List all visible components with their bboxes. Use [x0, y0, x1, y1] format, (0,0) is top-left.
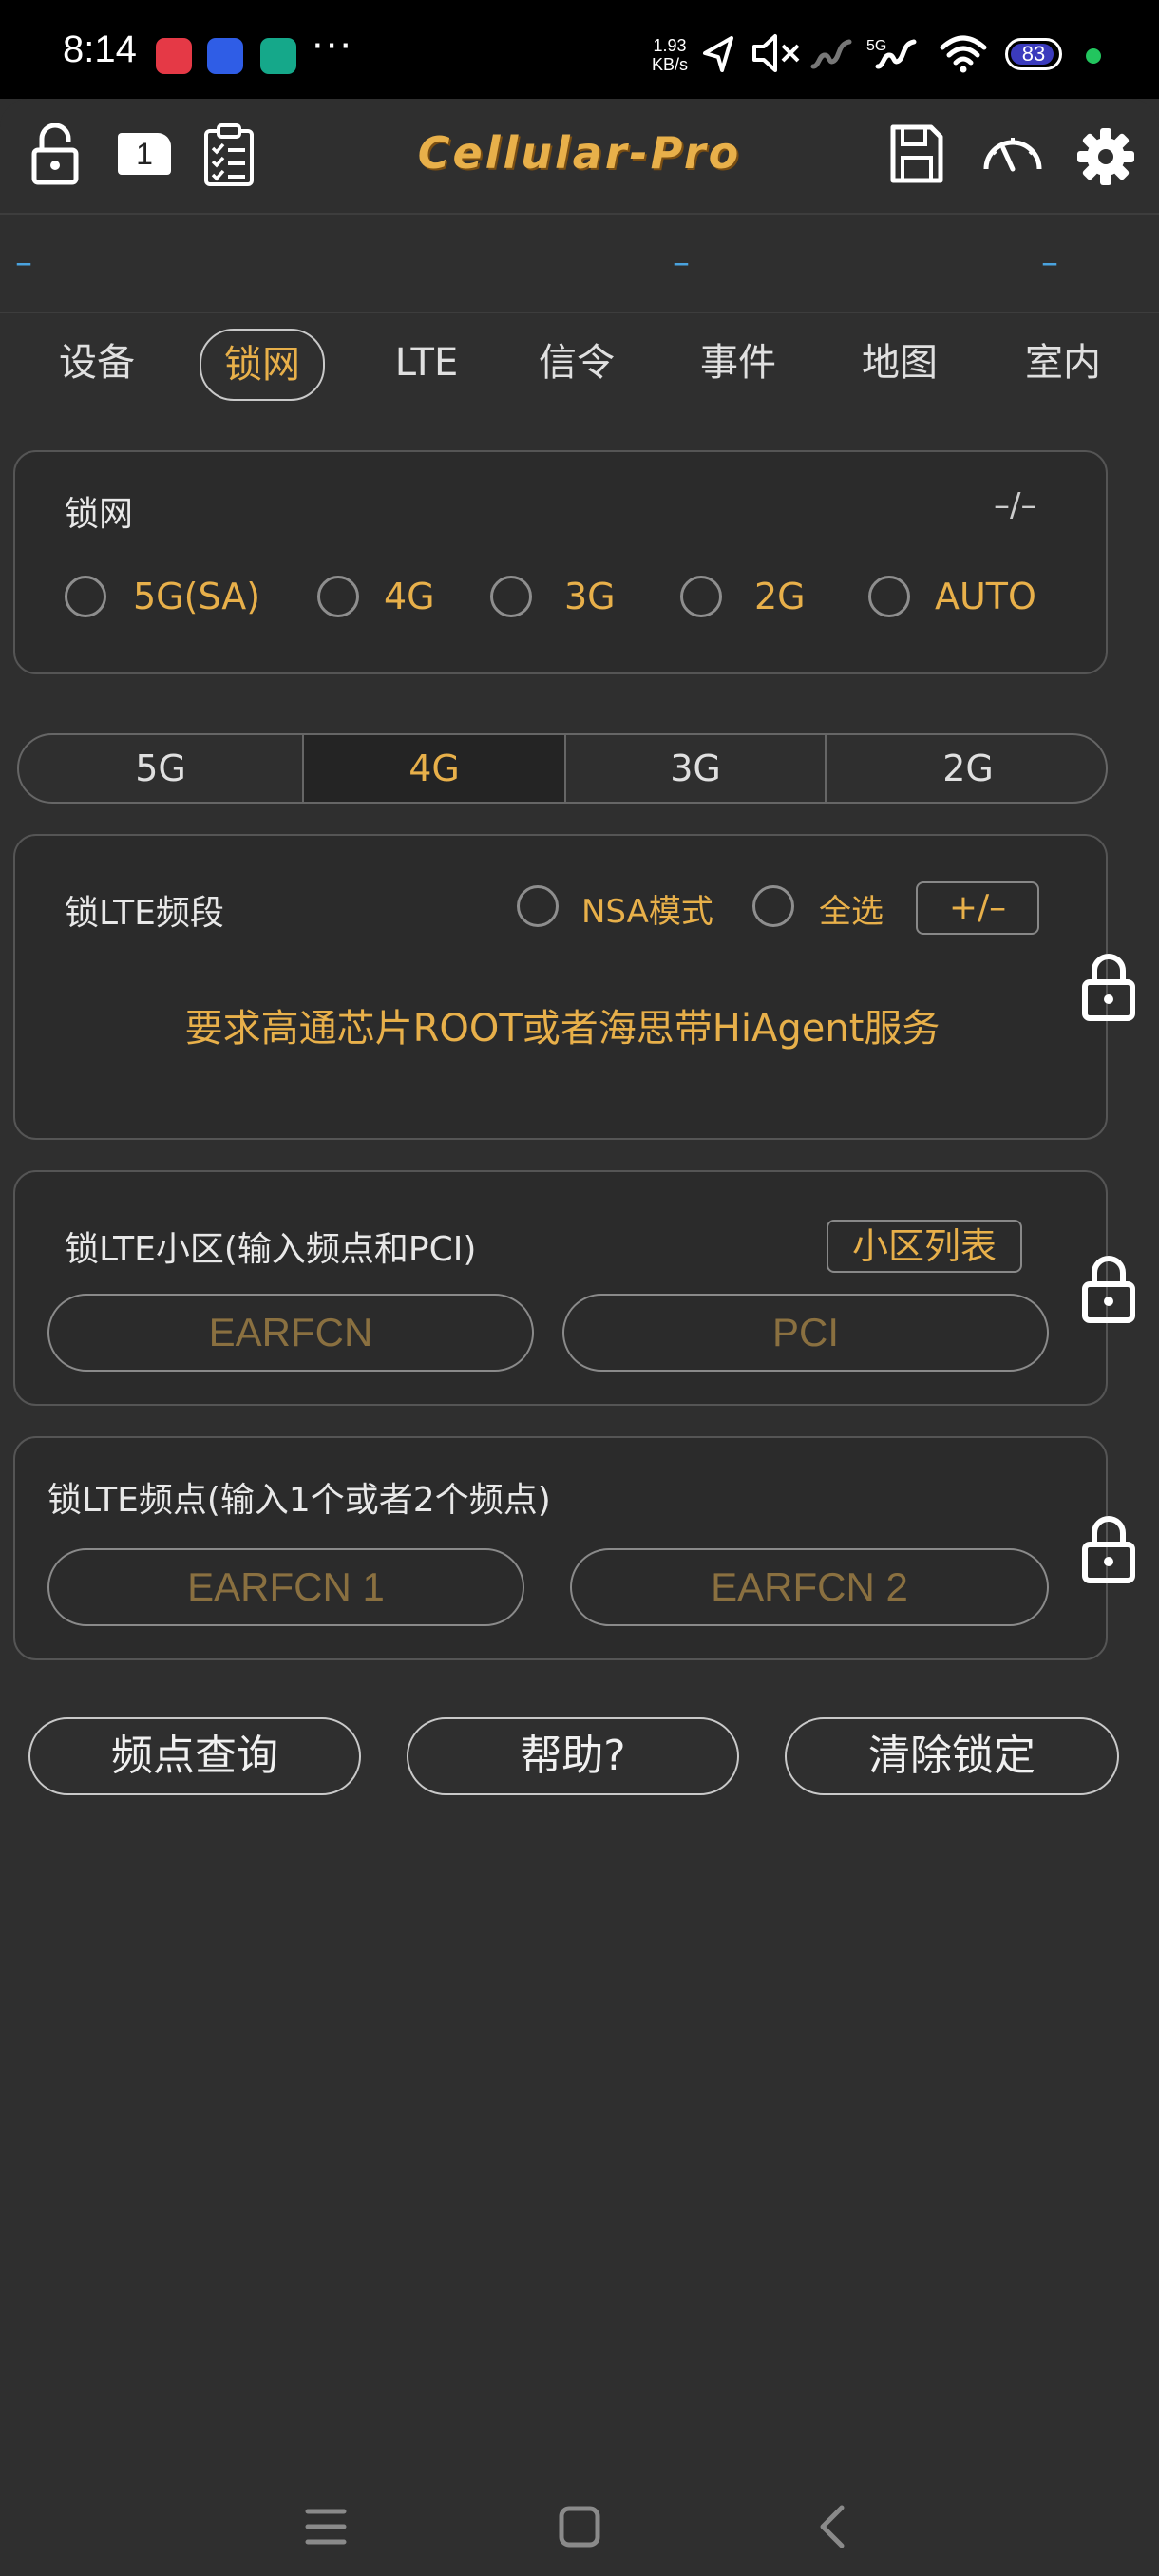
wifi-icon — [940, 35, 987, 73]
radio-label: 3G — [564, 576, 616, 617]
tab-events[interactable]: 事件 — [686, 329, 790, 397]
status-time: 8:14 — [63, 28, 137, 70]
lock-icon[interactable] — [1074, 1250, 1144, 1324]
network-speed: 1.93 KB/s — [651, 36, 688, 74]
radio-label: 5G(SA) — [133, 576, 261, 617]
segment-5g[interactable]: 5G — [19, 735, 304, 802]
lock-network-title: 锁网 — [65, 495, 134, 534]
radio-auto[interactable] — [868, 576, 910, 617]
lock-lte-band-card: 锁LTE频段 NSA模式 全选 +/– 要求高通芯片ROOT或者海思带HiAge… — [13, 834, 1108, 1140]
mute-icon — [752, 34, 800, 72]
tab-signaling[interactable]: 信令 — [524, 329, 629, 397]
privacy-indicator-dot — [1086, 48, 1101, 64]
tab-bar: 设备 锁网 LTE 信令 事件 地图 室内 — [28, 329, 1159, 408]
radio-5g-sa[interactable] — [65, 576, 106, 617]
system-nav-bar — [0, 2470, 1159, 2576]
radio-4g[interactable] — [317, 576, 359, 617]
radio-label: 2G — [754, 576, 806, 617]
tab-lock-network[interactable]: 锁网 — [200, 329, 325, 401]
lock-icon[interactable] — [1074, 1510, 1144, 1584]
requirement-notice: 要求高通芯片ROOT或者海思带HiAgent服务 — [184, 1007, 940, 1051]
tab-lte[interactable]: LTE — [374, 329, 479, 397]
lock-network-card: 锁网 –/– 5G(SA) 4G 3G 2G AUTO — [13, 450, 1108, 674]
tab-indoor[interactable]: 室内 — [1011, 329, 1115, 397]
sim-card-icon[interactable]: 1 — [118, 133, 171, 175]
lock-icon[interactable] — [1074, 948, 1144, 1022]
home-icon[interactable] — [557, 2504, 602, 2549]
location-icon — [703, 36, 733, 72]
clear-lock-button[interactable]: 清除锁定 — [785, 1717, 1119, 1795]
radio-label: 4G — [384, 576, 435, 617]
status-bar: 8:14 ··· 1.93 KB/s 5G 83 — [0, 0, 1159, 99]
tab-device[interactable]: 设备 — [48, 329, 146, 397]
cell-list-button[interactable]: 小区列表 — [826, 1220, 1022, 1273]
segment-2g[interactable]: 2G — [826, 735, 1106, 802]
radio-nsa-mode[interactable] — [517, 885, 559, 927]
radio-label: AUTO — [935, 576, 1036, 617]
lock-lte-frequency-card: 锁LTE频点(输入1个或者2个频点) — [13, 1436, 1108, 1660]
unlock-icon[interactable] — [27, 122, 84, 188]
lte-band-title: 锁LTE频段 — [65, 894, 224, 933]
help-button[interactable]: 帮助? — [407, 1717, 739, 1795]
segment-3g[interactable]: 3G — [566, 735, 826, 802]
tab-map[interactable]: 地图 — [847, 329, 952, 397]
save-icon[interactable] — [887, 122, 946, 188]
expand-toggle-button[interactable]: +/– — [916, 881, 1039, 935]
speedometer-icon[interactable] — [978, 122, 1047, 188]
info-value: – — [15, 243, 32, 282]
lte-frequency-title: 锁LTE频点(输入1个或者2个频点) — [48, 1481, 551, 1520]
app-title: Cellular-Pro — [417, 127, 742, 179]
lock-network-status: –/– — [994, 486, 1037, 524]
earfcn-2-input[interactable] — [570, 1548, 1049, 1626]
signal-sim2-icon — [875, 39, 917, 69]
radio-3g[interactable] — [490, 576, 532, 617]
back-icon[interactable] — [813, 2504, 851, 2549]
earfcn-input[interactable] — [48, 1294, 534, 1372]
lte-cell-title: 锁LTE小区(输入频点和PCI) — [65, 1230, 477, 1269]
nsa-mode-label: NSA模式 — [581, 893, 713, 931]
earfcn-1-input[interactable] — [48, 1548, 524, 1626]
more-notifications-icon: ··· — [312, 25, 354, 68]
frequency-query-button[interactable]: 频点查询 — [28, 1717, 361, 1795]
app-toolbar: 1 Cellular-Pro — [0, 99, 1159, 215]
notification-app-icon — [207, 38, 243, 74]
info-strip: – – – — [0, 215, 1159, 313]
info-value: – — [1041, 243, 1058, 282]
settings-gear-icon[interactable] — [1075, 122, 1136, 188]
menu-icon[interactable] — [304, 2506, 348, 2548]
segment-4g[interactable]: 4G — [304, 735, 566, 802]
rat-segmented-control: 5G 4G 3G 2G — [17, 733, 1108, 804]
checkbox-select-all[interactable] — [752, 885, 794, 927]
pci-input[interactable] — [562, 1294, 1049, 1372]
clipboard-checklist-icon[interactable] — [201, 122, 256, 188]
select-all-label: 全选 — [819, 893, 884, 931]
notification-app-icon — [156, 38, 192, 74]
battery-indicator: 83 — [1005, 38, 1062, 70]
info-value: – — [673, 243, 690, 282]
lock-lte-cell-card: 锁LTE小区(输入频点和PCI) 小区列表 — [13, 1170, 1108, 1406]
signal-sim1-icon — [810, 39, 852, 69]
notification-app-icon — [260, 38, 296, 74]
radio-2g[interactable] — [680, 576, 722, 617]
